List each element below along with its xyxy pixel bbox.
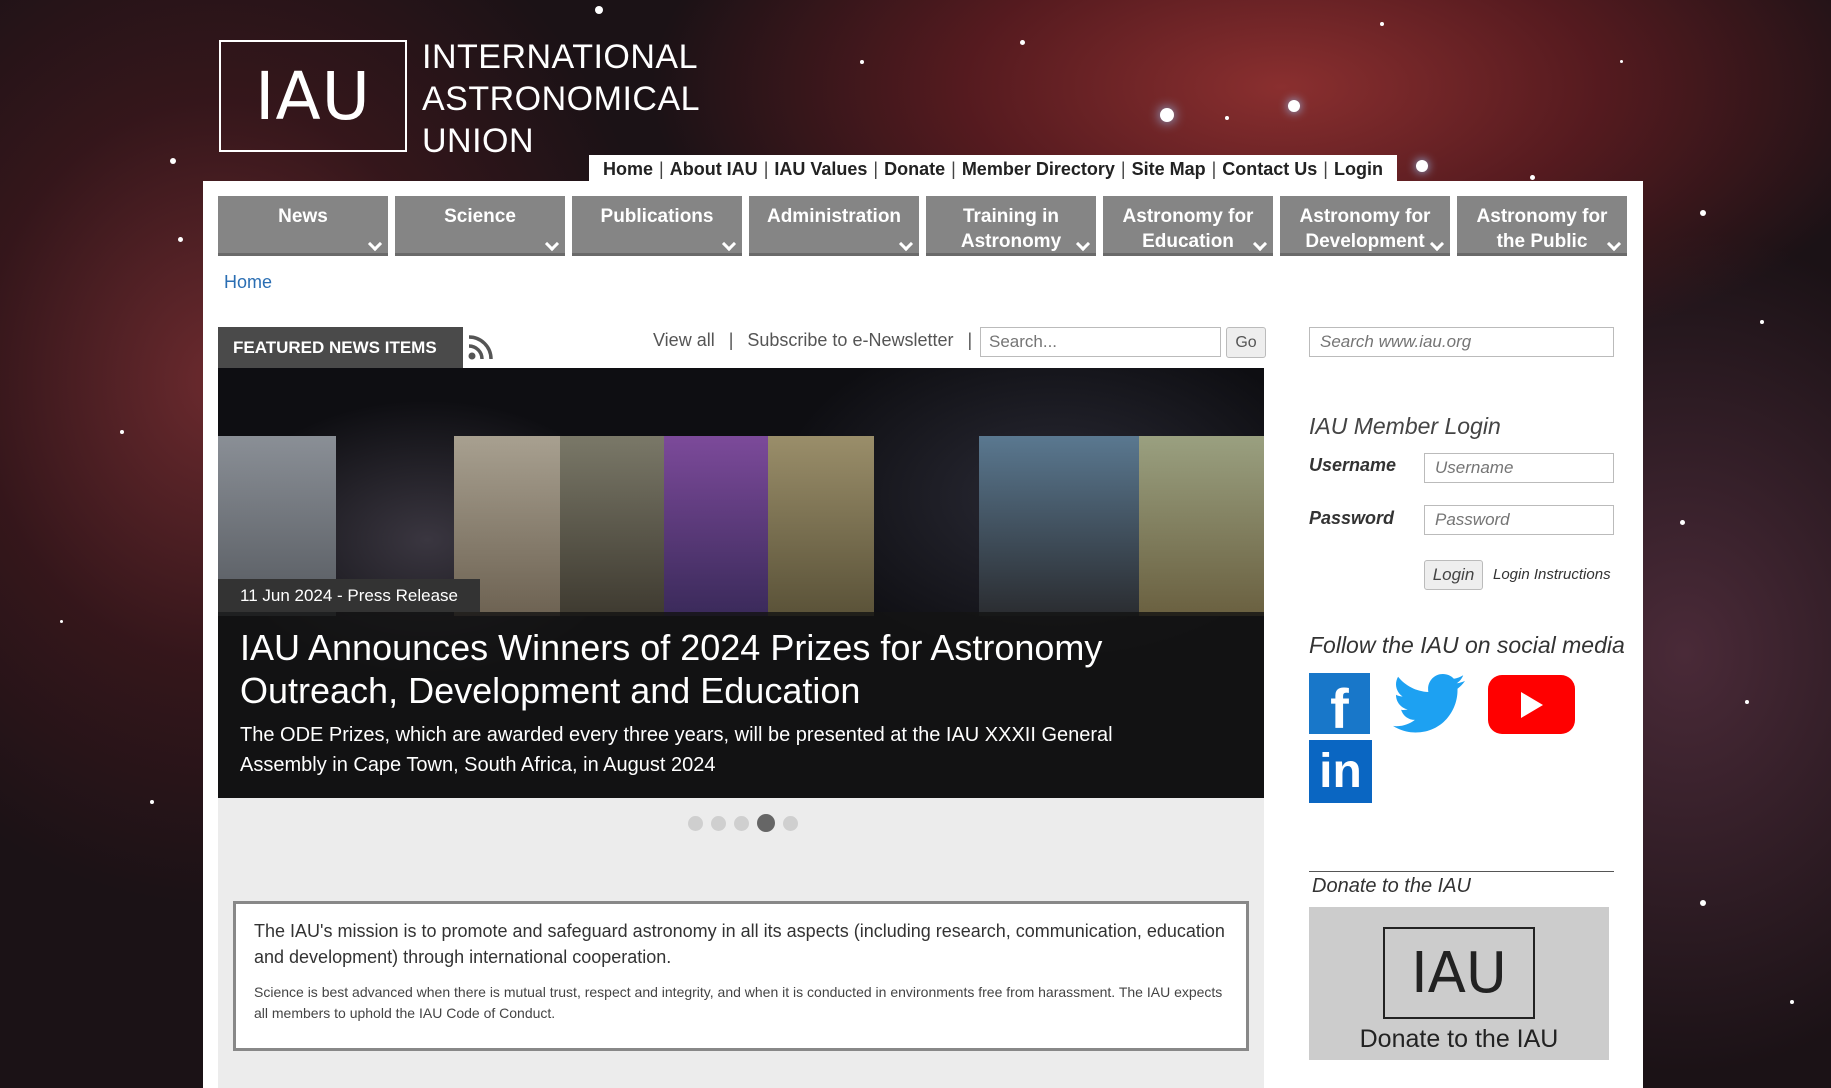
- iau-logo[interactable]: IAU: [219, 40, 407, 152]
- login-button[interactable]: Login: [1424, 560, 1483, 590]
- top-link-login[interactable]: Login: [1334, 159, 1383, 180]
- slide-photo: [664, 436, 768, 616]
- linkedin-icon[interactable]: in: [1309, 740, 1372, 803]
- donate-label: Donate to the IAU: [1359, 1025, 1559, 1053]
- featured-links: View all | Subscribe to e-Newsletter |: [653, 330, 972, 351]
- donate-iau-logo: IAU: [1383, 927, 1535, 1019]
- slide-caption[interactable]: IAU Announces Winners of 2024 Prizes for…: [218, 612, 1264, 798]
- featured-slider[interactable]: 11 Jun 2024 - Press Release IAU Announce…: [218, 368, 1264, 798]
- nav-label: Astronomy for: [1299, 206, 1431, 227]
- nav-label: Publications: [600, 206, 714, 227]
- slide-photo: [979, 436, 1139, 616]
- slider-dot[interactable]: [783, 815, 798, 831]
- nav-public[interactable]: Astronomy for the Public: [1457, 196, 1627, 256]
- username-field[interactable]: [1424, 453, 1614, 483]
- top-link-donate[interactable]: Donate: [884, 159, 945, 180]
- slider-dots: [688, 814, 798, 832]
- news-search-input[interactable]: [980, 327, 1221, 357]
- slider-dot[interactable]: [711, 815, 726, 831]
- chevron-down-icon: [721, 236, 737, 252]
- nav-label-2: the Public: [1496, 231, 1588, 252]
- facebook-icon[interactable]: f: [1309, 673, 1370, 740]
- nav-publications[interactable]: Publications: [572, 196, 742, 256]
- youtube-icon[interactable]: [1488, 675, 1575, 734]
- separator: |: [728, 330, 734, 350]
- nav-development[interactable]: Astronomy for Development: [1280, 196, 1450, 256]
- twitter-icon[interactable]: [1393, 673, 1465, 735]
- nav-label: Science: [444, 206, 516, 227]
- nav-education[interactable]: Astronomy for Education: [1103, 196, 1273, 256]
- go-button[interactable]: Go: [1226, 327, 1266, 358]
- slide-title-line2: Outreach, Development and Education: [240, 670, 861, 711]
- nav-label: Astronomy for: [1122, 206, 1254, 227]
- nav-label: Administration: [766, 206, 902, 227]
- org-name: INTERNATIONAL ASTRONOMICAL UNION: [422, 36, 700, 162]
- top-link-member-directory[interactable]: Member Directory: [962, 159, 1115, 180]
- nav-label: Astronomy for: [1476, 206, 1608, 227]
- slider-dot[interactable]: [757, 814, 775, 832]
- nav-label: Training in: [962, 206, 1060, 227]
- top-link-about[interactable]: About IAU: [670, 159, 758, 180]
- slide-subtitle-line1: The ODE Prizes, which are awarded every …: [240, 724, 1113, 746]
- top-links-bar: Home | About IAU | IAU Values | Donate | Mem…: [589, 155, 1397, 184]
- login-instructions-link[interactable]: Login Instructions: [1493, 566, 1611, 583]
- nav-label-2: Education: [1142, 231, 1234, 252]
- org-name-line1: INTERNATIONAL: [422, 38, 699, 76]
- org-name-line2: ASTRONOMICAL: [422, 80, 701, 118]
- nav-label: News: [278, 206, 328, 227]
- nav-label-2: Development: [1305, 231, 1425, 252]
- slide-photo: [560, 436, 664, 616]
- slide-photo: [768, 436, 874, 616]
- nav-training[interactable]: Training in Astronomy: [926, 196, 1096, 256]
- nav-news[interactable]: News: [218, 196, 388, 256]
- top-link-site-map[interactable]: Site Map: [1132, 159, 1206, 180]
- separator: |: [967, 330, 973, 350]
- chevron-down-icon: [898, 236, 914, 252]
- top-link-values[interactable]: IAU Values: [774, 159, 867, 180]
- slide-subtitle: The ODE Prizes, which are awarded every …: [240, 720, 1242, 780]
- top-link-home[interactable]: Home: [603, 159, 653, 180]
- member-login-title: IAU Member Login: [1309, 413, 1501, 439]
- password-label: Password: [1309, 508, 1395, 528]
- divider: [1309, 871, 1614, 872]
- featured-news-tab: FEATURED NEWS ITEMS: [218, 327, 463, 368]
- nav-label-2: Astronomy: [960, 231, 1062, 252]
- slider-dot[interactable]: [734, 815, 749, 831]
- rss-icon[interactable]: [467, 333, 495, 361]
- nav-science[interactable]: Science: [395, 196, 565, 256]
- slide-date-tag: 11 Jun 2024 - Press Release: [218, 579, 480, 612]
- subscribe-newsletter-link[interactable]: Subscribe to e-Newsletter: [747, 330, 953, 351]
- site-search-input[interactable]: [1309, 327, 1614, 357]
- slide-title-line1: IAU Announces Winners of 2024 Prizes for…: [240, 627, 1103, 668]
- slide-photo: [1139, 436, 1264, 616]
- chevron-down-icon: [544, 236, 560, 252]
- view-all-link[interactable]: View all: [653, 330, 715, 351]
- slide-subtitle-line2: Assembly in Cape Town, South Africa, in …: [240, 754, 716, 776]
- password-field[interactable]: [1424, 505, 1614, 535]
- slide-title: IAU Announces Winners of 2024 Prizes for…: [240, 626, 1242, 712]
- donate-banner[interactable]: IAU Donate to the IAU: [1309, 907, 1609, 1060]
- mission-statement: The IAU's mission is to promote and safe…: [233, 901, 1249, 1051]
- mission-main-text: The IAU's mission is to promote and safe…: [254, 921, 1225, 967]
- follow-social-title: Follow the IAU on social media: [1309, 632, 1625, 658]
- breadcrumb-home[interactable]: Home: [224, 272, 272, 293]
- nav-administration[interactable]: Administration: [749, 196, 919, 256]
- donate-title: Donate to the IAU: [1312, 875, 1471, 897]
- slider-dot[interactable]: [688, 815, 703, 831]
- top-link-contact[interactable]: Contact Us: [1222, 159, 1317, 180]
- slider-controls: [218, 798, 1264, 853]
- chevron-down-icon: [367, 236, 383, 252]
- username-label: Username: [1309, 455, 1397, 475]
- main-nav: News Science Publications Administration…: [218, 196, 1627, 256]
- logo-text: IAU: [255, 57, 371, 135]
- mission-sub-text: Science is best advanced when there is m…: [254, 984, 1223, 1021]
